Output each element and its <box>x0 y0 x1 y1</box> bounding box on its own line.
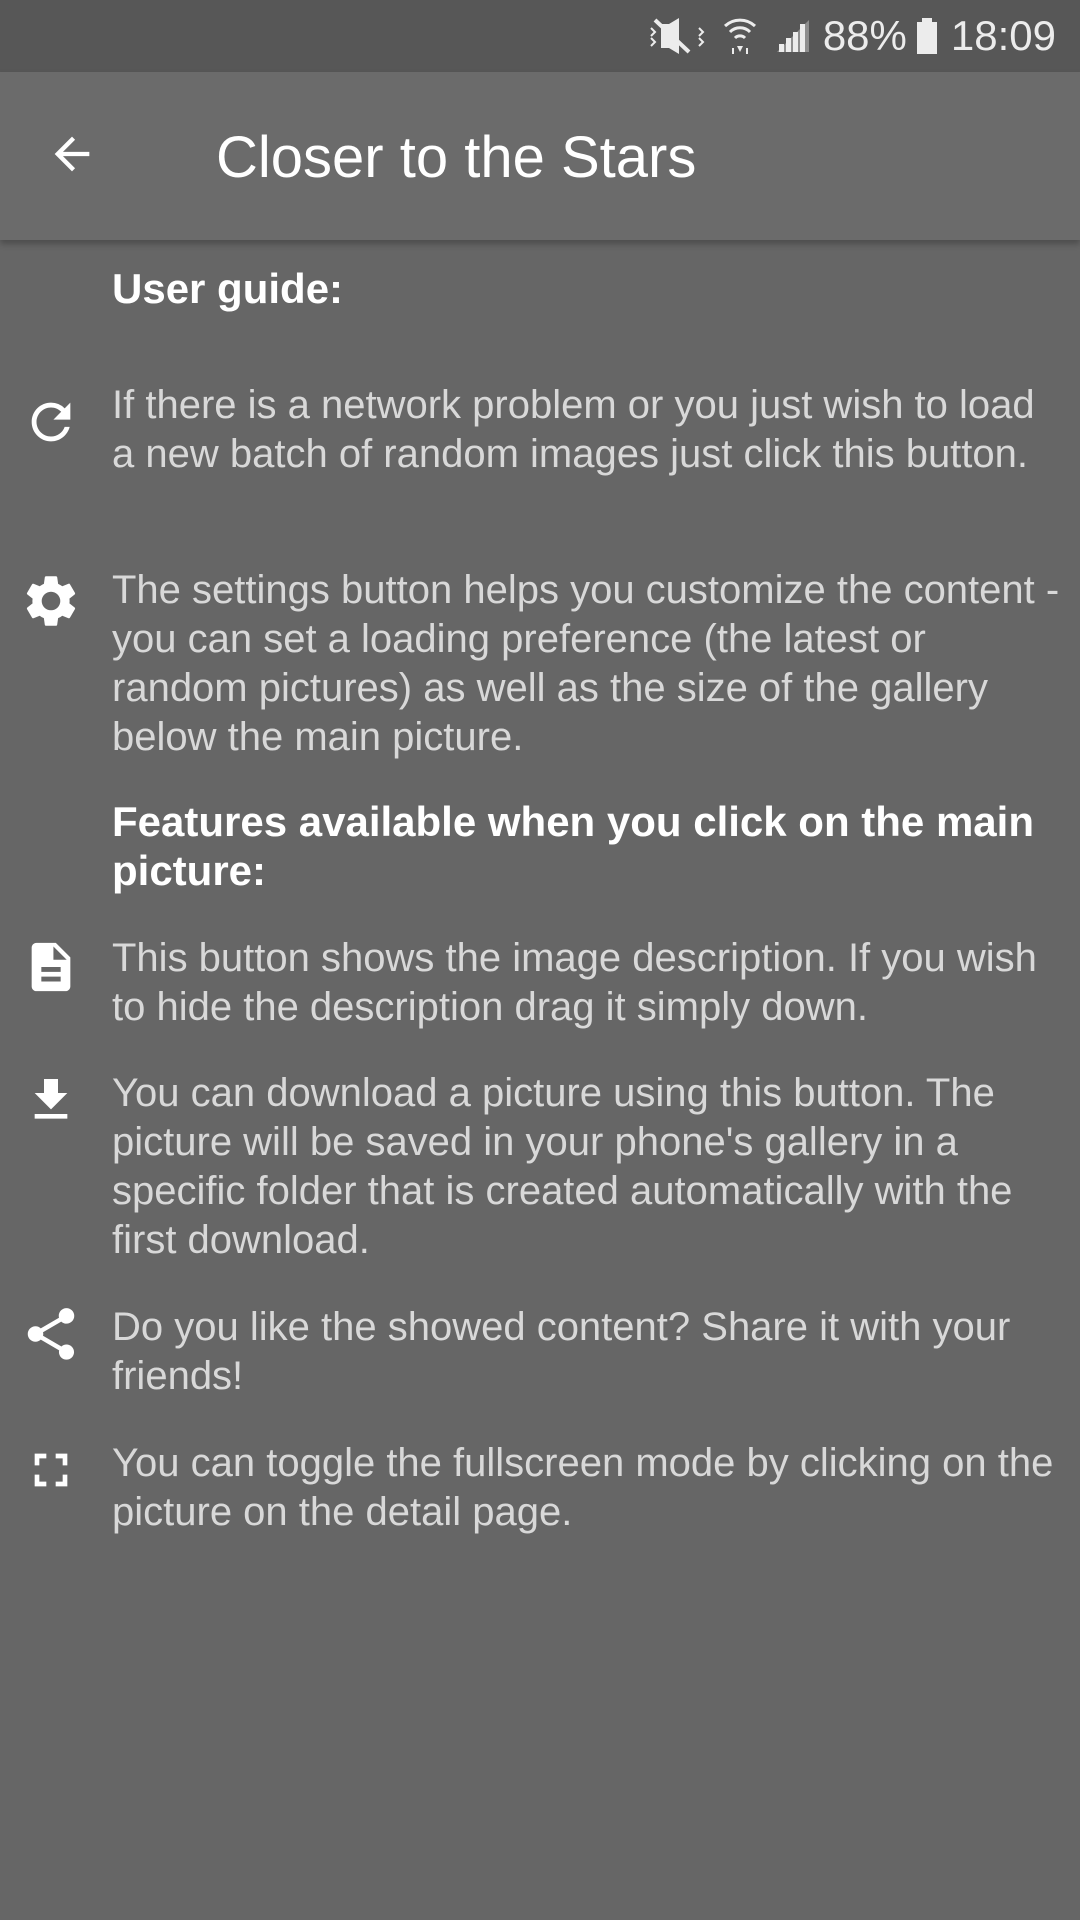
feature-item-text: This button shows the image description.… <box>112 936 1037 1029</box>
feature-item-text: You can download a picture using this bu… <box>112 1071 1013 1262</box>
status-bar: 88% 18:09 <box>0 0 1080 72</box>
share-icon <box>20 1303 82 1365</box>
features-heading: Features available when you click on the… <box>112 798 1034 894</box>
battery-icon <box>915 16 939 56</box>
guide-item-text: The settings button helps you customize … <box>112 568 1060 759</box>
settings-icon <box>20 570 82 632</box>
page-title: Closer to the Stars <box>216 125 697 190</box>
feature-item-text: You can toggle the fullscreen mode by cl… <box>112 1441 1054 1534</box>
clock: 18:09 <box>950 12 1056 59</box>
wifi-icon <box>723 16 757 56</box>
guide-item-text: If there is a network problem or you jus… <box>112 383 1035 476</box>
download-icon <box>20 1069 82 1131</box>
refresh-icon <box>20 391 82 453</box>
signal-icon <box>775 18 811 54</box>
back-button[interactable] <box>40 122 104 186</box>
user-guide-heading: User guide: <box>112 265 344 312</box>
fullscreen-icon <box>20 1439 82 1501</box>
arrow-back-icon <box>54 136 90 172</box>
mute-icon <box>649 16 705 56</box>
app-toolbar: Closer to the Stars <box>0 72 1080 240</box>
description-icon <box>20 936 82 998</box>
feature-item-text: Do you like the showed content? Share it… <box>112 1305 1011 1398</box>
battery-percent: 88% <box>822 12 907 59</box>
